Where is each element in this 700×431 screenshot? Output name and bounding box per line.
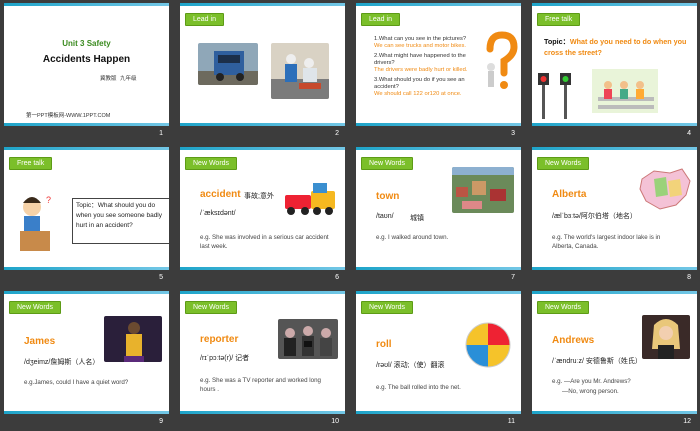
town-photo xyxy=(452,167,514,213)
rescue-photo xyxy=(271,43,329,99)
section-tag: New Words xyxy=(185,301,238,314)
slide-number: 8 xyxy=(687,274,691,281)
section-tag: New Words xyxy=(537,157,590,170)
example-sentence-1: e.g. —Are you Mr. Andrews? xyxy=(552,378,631,385)
slide-number: 7 xyxy=(511,274,515,281)
vocab-word: reporter xyxy=(200,334,239,345)
vocab-phonetic: /rəʊl/ 滚动;（使）翻滚 xyxy=(376,362,445,369)
vocab-word: roll xyxy=(376,339,392,350)
question-2: 2.What might have happened to the driver… xyxy=(374,53,466,66)
section-tag: Lead in xyxy=(185,13,224,26)
vocab-phonetic: /ˈæksɪdənt/ xyxy=(200,210,236,217)
lesson-title: Accidents Happen xyxy=(42,54,131,65)
section-tag: New Words xyxy=(361,157,414,170)
slide-thumb-8[interactable]: New Words Alberta /ælˈbɜːtə/阿尔伯塔（地名） e.g… xyxy=(528,144,697,284)
slide-thumb-6[interactable]: New Words accident 事故;意外 /ˈæksɪdənt/ e.g… xyxy=(176,144,345,284)
slide-thumb-11[interactable]: New Words roll /rəʊl/ 滚动;（使）翻滚 e.g. The … xyxy=(352,288,521,428)
section-tag: Lead in xyxy=(361,13,400,26)
question-3: 3.What should you do if you see an accid… xyxy=(374,77,465,90)
question-mark-figure xyxy=(486,31,518,89)
vocab-phonetic: /ælˈbɜːtə/阿尔伯塔（地名） xyxy=(552,213,637,220)
slide-thumb-1[interactable]: Unit 3 Safety Accidents Happen 冀教版 九年级 第… xyxy=(0,0,169,140)
section-tag: Free talk xyxy=(9,157,53,170)
example-sentence-2: —No, wrong person. xyxy=(562,388,619,395)
ball-illustration xyxy=(465,322,511,368)
slide-number: 11 xyxy=(507,418,515,425)
slide-thumb-10[interactable]: New Words reporter /rɪˈpɔːtə(r)/ 记者 e.g.… xyxy=(176,288,345,428)
example-sentence: e.g. The world's largest indoor lake is … xyxy=(552,234,661,250)
car-crash-illustration xyxy=(285,183,335,215)
vocab-word: accident xyxy=(200,189,241,200)
slide-number: 2 xyxy=(335,130,339,137)
slide-thumb-3[interactable]: Lead in 1.What can you see in the pictur… xyxy=(352,0,521,140)
grade-label: 九年级 xyxy=(120,76,137,82)
slide-number: 4 xyxy=(687,130,691,137)
basketball-player-photo xyxy=(104,316,162,362)
example-sentence: e.g. The ball rolled into the net. xyxy=(376,384,461,391)
section-tag: Free talk xyxy=(537,13,581,26)
slide-thumb-7[interactable]: New Words town /taʊn/ 城镇 e.g. I walked a… xyxy=(352,144,521,284)
vocab-phonetic: /taʊn/ xyxy=(376,213,394,220)
vocab-meaning: 城镇 xyxy=(410,215,424,222)
topic-label: Topic： xyxy=(544,37,570,46)
vocab-phonetic: /rɪˈpɔːtə(r)/ 记者 xyxy=(200,355,250,362)
unit-title: Unit 3 Safety xyxy=(62,39,111,48)
section-tag: New Words xyxy=(185,157,238,170)
crossing-street-illustration xyxy=(538,69,658,119)
canada-map-illustration xyxy=(639,168,691,210)
vocab-word: Alberta xyxy=(552,189,587,200)
slide-number: 9 xyxy=(159,418,163,425)
slide-number: 10 xyxy=(331,418,339,425)
answer-1: We can see trucks and motor bikes. xyxy=(374,43,467,49)
section-tag: New Words xyxy=(9,301,62,314)
slide-number: 1 xyxy=(159,130,163,137)
slide-thumb-2[interactable]: Lead in 2 xyxy=(176,0,345,140)
slide-sorter: { "slides": [ {"num":"1","title_line1":"… xyxy=(0,0,700,431)
vocab-phonetic: /ˈændruːz/ 安德鲁斯（姓氏） xyxy=(552,358,642,365)
footer-text: 第一PPT模板网-WWW.1PPT.COM xyxy=(26,113,111,119)
answer-2: The drivers were badly hurt or killed. xyxy=(374,67,468,73)
question-1: 1.What can you see in the pictures? xyxy=(374,36,467,42)
slide-number: 5 xyxy=(159,274,163,281)
section-tag: New Words xyxy=(537,301,590,314)
section-tag: New Words xyxy=(361,301,414,314)
example-sentence: e.g. She was a TV reporter and worked lo… xyxy=(200,377,321,393)
woman-portrait-photo xyxy=(642,315,690,359)
answer-3: We should call 122 or120 at once. xyxy=(374,91,462,97)
slide-thumb-4[interactable]: Free talk Topic：What do you need to do w… xyxy=(528,0,697,140)
slide-thumb-9[interactable]: New Words James /dʒeimz/詹姆斯（人名） e.g.Jame… xyxy=(0,288,169,428)
slide-thumb-5[interactable]: Free talk ? Topic：What should you do whe… xyxy=(0,144,169,284)
slide-number: 3 xyxy=(511,130,515,137)
example-sentence: e.g.James, could I have a quiet word? xyxy=(24,379,129,386)
slide-number: 12 xyxy=(683,418,691,425)
vocab-word: town xyxy=(376,191,400,202)
example-sentence: e.g. I walked around town. xyxy=(376,234,449,241)
thinking-student-illustration: ? xyxy=(20,195,51,251)
slide-thumb-12[interactable]: New Words Andrews /ˈændruːz/ 安德鲁斯（姓氏） e.… xyxy=(528,288,697,428)
reporters-photo xyxy=(278,319,338,359)
topic-label: Topic： xyxy=(76,202,98,209)
truck-accident-photo xyxy=(198,43,258,85)
vocab-phonetic: /dʒeimz/詹姆斯（人名） xyxy=(24,359,100,366)
example-sentence: e.g. She was involved in a serious car a… xyxy=(200,234,329,250)
vocab-word: Andrews xyxy=(552,335,595,346)
svg-text:?: ? xyxy=(46,195,51,205)
slide-number: 6 xyxy=(335,274,339,281)
publisher-label: 冀教版 xyxy=(100,76,117,82)
vocab-meaning: 事故;意外 xyxy=(244,193,274,200)
vocab-word: James xyxy=(24,336,56,347)
